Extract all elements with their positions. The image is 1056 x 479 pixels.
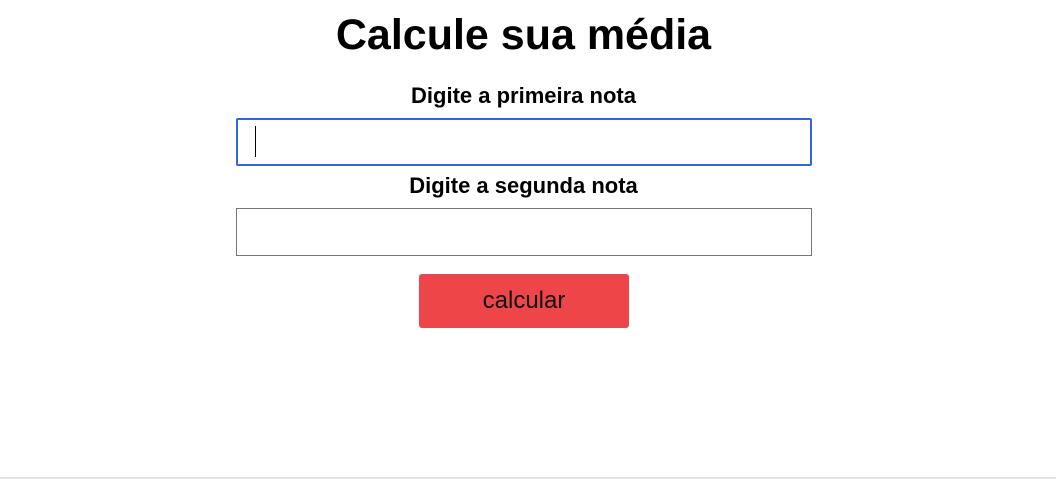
page: Calcule sua média Digite a primeira nota… bbox=[0, 0, 1056, 479]
text-cursor bbox=[255, 126, 256, 157]
first-grade-input[interactable] bbox=[236, 118, 812, 166]
first-grade-label: Digite a primeira nota bbox=[411, 83, 636, 108]
calculate-button[interactable]: calcular bbox=[419, 274, 629, 328]
page-title: Calcule sua média bbox=[335, 11, 712, 59]
second-grade-label: Digite a segunda nota bbox=[409, 173, 638, 198]
second-grade-input[interactable] bbox=[236, 208, 812, 256]
